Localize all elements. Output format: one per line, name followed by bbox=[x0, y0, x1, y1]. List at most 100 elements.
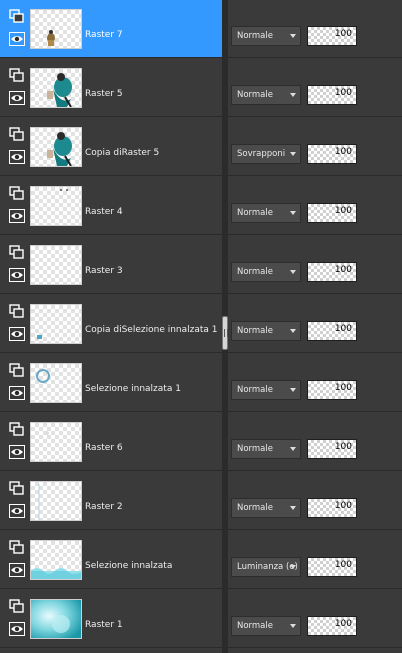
chevron-down-icon bbox=[290, 388, 296, 392]
opacity-value: 100 bbox=[334, 442, 352, 452]
chevron-down-icon bbox=[290, 270, 296, 274]
layer-row[interactable]: Copia diRaster 5 Sovrapponi 100 bbox=[0, 118, 402, 177]
layer-name: Raster 5 bbox=[85, 89, 123, 99]
layer-row-right: Normale 100 bbox=[228, 590, 402, 648]
blend-mode-dropdown[interactable]: Normale bbox=[231, 262, 301, 282]
layer-row[interactable]: Raster 4 Normale 100 bbox=[0, 177, 402, 236]
opacity-field[interactable]: 100 bbox=[307, 380, 357, 400]
layer-row[interactable]: Raster 1 Normale 100 bbox=[0, 590, 402, 649]
layer-row[interactable]: Raster 6 Normale 100 bbox=[0, 413, 402, 472]
layer-group-icon[interactable] bbox=[9, 245, 25, 259]
layer-row-left[interactable]: Raster 3 bbox=[0, 236, 222, 294]
layer-thumbnail bbox=[30, 363, 82, 403]
opacity-field[interactable]: 100 bbox=[307, 498, 357, 518]
layer-group-icon[interactable] bbox=[9, 540, 25, 554]
blend-mode-dropdown[interactable]: Normale bbox=[231, 85, 301, 105]
eye-icon[interactable] bbox=[9, 445, 25, 459]
blend-mode-dropdown[interactable]: Normale bbox=[231, 26, 301, 46]
layer-row-right: Normale 100 bbox=[228, 177, 402, 235]
layer-group-icon[interactable] bbox=[9, 481, 25, 495]
chevron-down-icon bbox=[290, 211, 296, 215]
blend-mode-dropdown[interactable]: Normale bbox=[231, 321, 301, 341]
blend-mode-dropdown[interactable]: Sovrapponi bbox=[231, 144, 301, 164]
opacity-field[interactable]: 100 bbox=[307, 321, 357, 341]
layer-row-left[interactable]: Raster 6 bbox=[0, 413, 222, 471]
layer-group-icon[interactable] bbox=[9, 599, 25, 613]
blend-mode-dropdown[interactable]: Normale bbox=[231, 616, 301, 636]
layer-group-icon[interactable] bbox=[9, 127, 25, 141]
eye-icon[interactable] bbox=[9, 327, 25, 341]
blend-mode-label: Sovrapponi bbox=[237, 149, 286, 159]
layer-group-icon[interactable] bbox=[9, 68, 25, 82]
layer-row-left[interactable]: Selezione innalzata bbox=[0, 531, 222, 589]
eye-icon[interactable] bbox=[9, 268, 25, 282]
eye-icon[interactable] bbox=[9, 91, 25, 105]
layer-group-icon[interactable] bbox=[9, 9, 25, 23]
opacity-field[interactable]: 100 bbox=[307, 262, 357, 282]
layer-group-icon[interactable] bbox=[9, 363, 25, 377]
layer-row-left[interactable]: Raster 5 bbox=[0, 59, 222, 117]
blend-mode-dropdown[interactable]: Normale bbox=[231, 203, 301, 223]
opacity-field[interactable]: 100 bbox=[307, 439, 357, 459]
layer-group-icon[interactable] bbox=[9, 304, 25, 318]
layer-thumbnail bbox=[30, 304, 82, 344]
chevron-down-icon bbox=[290, 152, 296, 156]
eye-icon[interactable] bbox=[9, 563, 25, 577]
opacity-value: 100 bbox=[334, 206, 352, 216]
chevron-down-icon bbox=[290, 93, 296, 97]
layer-row-left[interactable]: Raster 4 bbox=[0, 177, 222, 235]
eye-icon[interactable] bbox=[9, 386, 25, 400]
eye-icon[interactable] bbox=[9, 622, 25, 636]
layer-name: Raster 1 bbox=[85, 620, 123, 630]
opacity-field[interactable]: 100 bbox=[307, 144, 357, 164]
blend-mode-dropdown[interactable]: Normale bbox=[231, 439, 301, 459]
opacity-field[interactable]: 100 bbox=[307, 26, 357, 46]
layer-row-left[interactable]: Raster 1 bbox=[0, 590, 222, 648]
layer-thumbnail bbox=[30, 9, 82, 49]
opacity-field[interactable]: 100 bbox=[307, 616, 357, 636]
eye-icon[interactable] bbox=[9, 150, 25, 164]
chevron-down-icon bbox=[290, 34, 296, 38]
layer-row-right: Luminanza (e) 100 bbox=[228, 531, 402, 589]
opacity-value: 100 bbox=[334, 147, 352, 157]
blend-mode-dropdown[interactable]: Luminanza (e) bbox=[231, 557, 301, 577]
blend-mode-dropdown[interactable]: Normale bbox=[231, 380, 301, 400]
layer-row[interactable]: Selezione innalzata Luminanza (e) 100 bbox=[0, 531, 402, 590]
layer-row-right: Normale 100 bbox=[228, 236, 402, 294]
splitter-handle[interactable] bbox=[222, 316, 228, 350]
eye-icon[interactable] bbox=[9, 32, 25, 46]
layer-thumbnail bbox=[30, 599, 82, 639]
layer-row[interactable]: Raster 7 Normale 100 bbox=[0, 0, 402, 59]
layer-row-left[interactable]: Raster 7 bbox=[0, 0, 222, 58]
eye-icon[interactable] bbox=[9, 209, 25, 223]
layer-name: Copia diRaster 5 bbox=[85, 148, 160, 158]
layer-thumbnail bbox=[30, 68, 82, 108]
opacity-field[interactable]: 100 bbox=[307, 557, 357, 577]
layer-row-left[interactable]: Selezione innalzata 1 bbox=[0, 354, 222, 412]
layer-group-icon[interactable] bbox=[9, 186, 25, 200]
layer-row[interactable]: Copia diSelezione innalzata 1 Normale 10… bbox=[0, 295, 402, 354]
eye-icon[interactable] bbox=[9, 504, 25, 518]
blend-mode-label: Luminanza (e) bbox=[237, 562, 298, 572]
layer-row-left[interactable]: Copia diSelezione innalzata 1 bbox=[0, 295, 222, 353]
layer-name: Raster 4 bbox=[85, 207, 123, 217]
blend-mode-label: Normale bbox=[237, 621, 273, 631]
opacity-value: 100 bbox=[334, 265, 352, 275]
chevron-down-icon bbox=[290, 447, 296, 451]
layer-row-right: Normale 100 bbox=[228, 413, 402, 471]
layer-row-left[interactable]: Copia diRaster 5 bbox=[0, 118, 222, 176]
blend-mode-dropdown[interactable]: Normale bbox=[231, 498, 301, 518]
layer-group-icon[interactable] bbox=[9, 422, 25, 436]
layer-row[interactable]: Raster 2 Normale 100 bbox=[0, 472, 402, 531]
layer-row[interactable]: Raster 5 Normale 100 bbox=[0, 59, 402, 118]
layer-row-left[interactable]: Raster 2 bbox=[0, 472, 222, 530]
opacity-field[interactable]: 100 bbox=[307, 85, 357, 105]
layer-row[interactable]: Raster 3 Normale 100 bbox=[0, 236, 402, 295]
layer-row[interactable]: Selezione innalzata 1 Normale 100 bbox=[0, 354, 402, 413]
chevron-down-icon bbox=[290, 329, 296, 333]
layers-panel: Raster 7 Normale 100 Raster 5 Normale 10… bbox=[0, 0, 402, 653]
opacity-field[interactable]: 100 bbox=[307, 203, 357, 223]
blend-mode-label: Normale bbox=[237, 385, 273, 395]
layer-thumbnail bbox=[30, 481, 82, 521]
blend-mode-label: Normale bbox=[237, 503, 273, 513]
